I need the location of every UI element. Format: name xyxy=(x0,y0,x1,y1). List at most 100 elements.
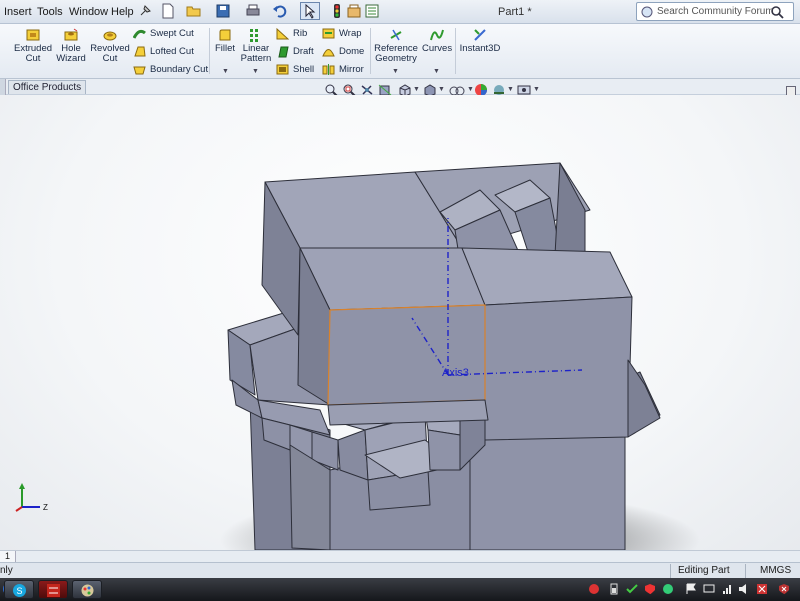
graphics-area[interactable]: Axis3 Z xyxy=(0,95,800,550)
model-face[interactable] xyxy=(627,359,661,438)
shell-button[interactable]: Shell xyxy=(276,63,314,79)
model-face[interactable] xyxy=(299,247,486,311)
lofted-cut-icon xyxy=(134,46,146,57)
curves-button[interactable]: Curves xyxy=(422,28,452,54)
sheet-tab[interactable]: 1 xyxy=(0,551,16,562)
curves-label: Curves xyxy=(422,43,453,54)
fillet-button[interactable]: Fillet xyxy=(213,28,237,54)
pin-icon[interactable] xyxy=(137,3,153,19)
fillet-dropdown-caret[interactable]: ▼ xyxy=(222,68,229,75)
reference-geometry-icon xyxy=(390,29,402,41)
menu-bar: Insert Tools Window Help Part1 * Search … xyxy=(0,0,800,24)
hole-wizard-icon xyxy=(64,28,78,41)
new-document-icon[interactable] xyxy=(160,3,176,19)
svg-text:S: S xyxy=(17,586,23,596)
hide-show-caret[interactable]: ▼ xyxy=(467,86,474,93)
tray-shield-icon[interactable] xyxy=(644,583,656,595)
tray-wifi-icon[interactable] xyxy=(721,583,733,595)
menu-insert[interactable]: Insert xyxy=(4,6,32,18)
tray-display-icon[interactable] xyxy=(703,583,715,595)
model-face[interactable] xyxy=(327,399,489,426)
view-orientation-caret[interactable]: ▼ xyxy=(413,86,420,93)
windows-taskbar: S xyxy=(0,578,800,601)
model-face[interactable] xyxy=(469,431,626,550)
swept-cut-icon xyxy=(133,29,146,39)
traffic-light-icon[interactable] xyxy=(329,3,345,19)
view-settings-caret[interactable]: ▼ xyxy=(533,86,540,93)
status-divider xyxy=(670,564,671,578)
status-editing-mode: Editing Part xyxy=(678,565,730,576)
model-face[interactable] xyxy=(461,247,633,306)
tray-battery-icon[interactable] xyxy=(608,583,620,595)
3d-model[interactable]: Axis3 xyxy=(0,95,800,550)
dome-button[interactable]: Dome xyxy=(322,45,364,61)
linear-pattern-icon xyxy=(250,29,258,42)
tray-volume-icon[interactable] xyxy=(738,583,750,595)
selected-face[interactable] xyxy=(327,304,486,406)
boundary-cut-icon xyxy=(133,66,146,75)
revolved-cut-label: Revolved Cut xyxy=(90,43,130,64)
taskbar-paint-button[interactable] xyxy=(72,580,102,599)
wrap-label: Wrap xyxy=(339,28,362,39)
taskbar-solidworks-button[interactable] xyxy=(38,580,68,599)
fillet-label: Fillet xyxy=(214,43,236,54)
dome-icon xyxy=(322,49,335,57)
tray-notification-icon[interactable] xyxy=(778,583,790,595)
menu-help[interactable]: Help xyxy=(111,6,134,18)
reference-geometry-label: Reference Geometry xyxy=(374,43,418,64)
extruded-cut-label: Extruded Cut xyxy=(14,43,53,64)
boundary-cut-label: Boundary Cut xyxy=(150,64,209,75)
print-icon[interactable] xyxy=(245,3,261,19)
model-face[interactable] xyxy=(484,296,633,441)
mirror-button[interactable]: Mirror xyxy=(322,63,364,79)
taskbar-skype-button[interactable]: S xyxy=(4,580,34,599)
wrap-button[interactable]: Wrap xyxy=(322,27,362,43)
curves-icon xyxy=(430,29,444,41)
tray-security-icon[interactable] xyxy=(626,583,638,595)
curves-dropdown-caret[interactable]: ▼ xyxy=(433,68,440,75)
rib-button[interactable]: Rib xyxy=(276,27,307,43)
revolved-cut-button[interactable]: Revolved Cut xyxy=(90,28,130,64)
undo-icon[interactable] xyxy=(272,3,288,19)
search-community-input[interactable]: Search Community Forum xyxy=(636,2,794,21)
model-face[interactable] xyxy=(554,162,586,256)
swept-cut-button[interactable]: Swept Cut xyxy=(133,27,194,43)
tray-flag-icon[interactable] xyxy=(685,583,697,595)
instant3d-label: Instant3D xyxy=(459,43,501,54)
reference-geometry-button[interactable]: Reference Geometry xyxy=(374,28,418,64)
tray-network-tools-icon[interactable] xyxy=(588,583,600,595)
linear-pattern-dropdown-caret[interactable]: ▼ xyxy=(252,68,259,75)
revolved-cut-icon xyxy=(103,31,117,41)
menu-window[interactable]: Window xyxy=(69,6,108,18)
save-icon[interactable] xyxy=(215,3,231,19)
apply-scene-caret[interactable]: ▼ xyxy=(507,86,514,93)
draft-button[interactable]: Draft xyxy=(276,45,314,61)
tray-app-icon[interactable] xyxy=(662,583,674,595)
separator xyxy=(370,28,371,74)
hole-wizard-label: Hole Wizard xyxy=(56,43,86,64)
search-icon[interactable] xyxy=(770,5,784,19)
hole-wizard-button[interactable]: Hole Wizard xyxy=(56,28,86,64)
model-face[interactable] xyxy=(427,429,461,471)
fillet-icon xyxy=(219,29,231,41)
units-selector[interactable]: MMGS xyxy=(760,565,791,576)
status-bar: nly Editing Part MMGS xyxy=(0,562,800,578)
select-arrow-icon[interactable] xyxy=(300,2,320,20)
reference-geometry-dropdown-caret[interactable]: ▼ xyxy=(392,68,399,75)
instant3d-button[interactable]: Instant3D xyxy=(459,28,501,54)
skype-icon: S xyxy=(13,584,26,597)
menu-tools[interactable]: Tools xyxy=(37,6,63,18)
axis-label[interactable]: Axis3 xyxy=(442,367,469,379)
file-properties-icon[interactable] xyxy=(346,3,362,19)
display-style-caret[interactable]: ▼ xyxy=(438,86,445,93)
open-folder-icon[interactable] xyxy=(186,3,202,19)
linear-pattern-button[interactable]: Linear Pattern xyxy=(240,28,272,64)
options-icon[interactable] xyxy=(364,3,380,19)
boundary-cut-button[interactable]: Boundary Cut xyxy=(133,63,208,79)
extruded-cut-button[interactable]: Extruded Cut xyxy=(14,28,52,64)
lofted-cut-button[interactable]: Lofted Cut xyxy=(133,45,194,61)
status-message: nly xyxy=(0,565,13,576)
tray-antivirus-icon[interactable] xyxy=(756,583,768,595)
rib-label: Rib xyxy=(293,28,308,39)
tab-office-products[interactable]: Office Products xyxy=(8,80,87,94)
